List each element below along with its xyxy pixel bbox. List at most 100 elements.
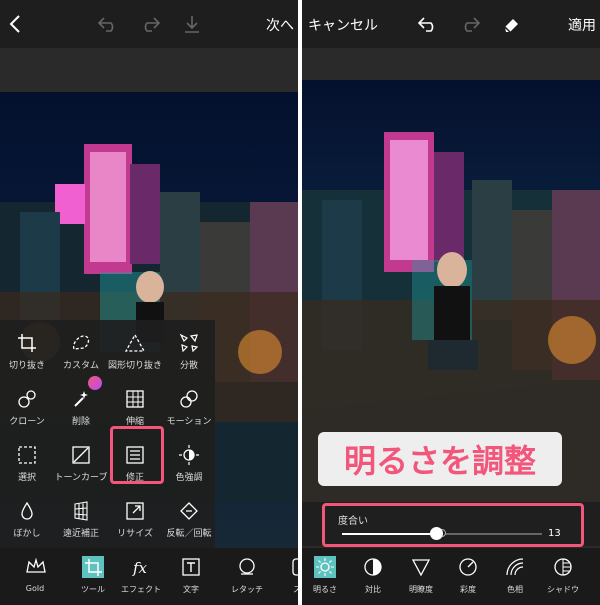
crop-icon	[16, 332, 38, 354]
nav-retouch[interactable]: レタッチ	[224, 554, 270, 602]
tool-clone[interactable]: クローン	[0, 378, 54, 434]
tool-label: モーション	[166, 417, 212, 427]
fx-icon: fx	[130, 556, 152, 578]
tool-label: 削除	[71, 417, 90, 427]
tab-label: 色相	[507, 585, 523, 594]
clone-icon	[16, 388, 38, 410]
nav-label: レタッチ	[231, 585, 263, 594]
tool-label: 図形切り抜き	[108, 361, 163, 371]
tab-label: 対比	[365, 585, 381, 594]
eraser-icon[interactable]	[500, 12, 524, 36]
curves-icon	[70, 444, 92, 466]
redo-icon[interactable]	[458, 12, 482, 36]
tool-label: トーンカーブ	[54, 473, 108, 483]
tool-grid: 切り抜き カスタム 図形切り抜き 分散 クローン 削除 伸縮 モーション 選択 トーンカーブ 修正色…	[0, 320, 215, 548]
tool-enhance[interactable]: 色強調	[162, 434, 216, 490]
nav-tools[interactable]: ツール	[70, 554, 116, 602]
resize-icon	[124, 500, 146, 522]
flip-rotate-icon	[178, 500, 200, 522]
tool-flip-rotate[interactable]: 反転／回転	[162, 490, 216, 546]
svg-text:fx: fx	[132, 559, 148, 577]
main-nav-bar: Gold ツール fx エフェクト 文字 レタッチ ステ	[0, 548, 298, 605]
top-toolbar: 次へ	[0, 0, 298, 48]
contrast-icon	[362, 556, 384, 578]
tab-highlight[interactable]: ハイ	[588, 554, 600, 602]
perspective-icon	[70, 500, 92, 522]
brightness-caption: 明るさを調整	[318, 432, 562, 486]
remove-icon	[70, 388, 92, 410]
tool-label: 分散	[179, 361, 198, 371]
nav-sticker[interactable]: ステ	[278, 554, 298, 602]
top-toolbar-right: キャンセル 適用	[302, 0, 600, 48]
enhance-icon	[178, 444, 200, 466]
highlight-adjust	[110, 426, 164, 484]
tab-shadow[interactable]: シャドウ	[540, 554, 586, 602]
next-button[interactable]: 次へ	[266, 15, 294, 35]
select-icon	[16, 444, 38, 466]
tool-label: カスタム	[62, 361, 99, 371]
tool-select[interactable]: 選択	[0, 434, 54, 490]
tool-blur[interactable]: ぼかし	[0, 490, 54, 546]
shape-crop-icon	[124, 332, 146, 354]
nav-label: エフェクト	[121, 585, 161, 594]
nav-crown[interactable]: Gold	[12, 554, 58, 602]
apply-button[interactable]: 適用	[568, 15, 596, 35]
tool-crop[interactable]: 切り抜き	[0, 322, 54, 378]
tool-shape-crop[interactable]: 図形切り抜き	[108, 322, 162, 378]
nav-label: Gold	[25, 584, 45, 593]
tool-motion[interactable]: モーション	[162, 378, 216, 434]
tool-perspective[interactable]: 遠近補正	[54, 490, 108, 546]
undo-icon[interactable]	[96, 12, 120, 36]
blur-icon	[16, 500, 38, 522]
clarity-icon	[410, 556, 432, 578]
back-icon[interactable]	[4, 12, 28, 36]
text-icon	[180, 556, 202, 578]
tab-clarity[interactable]: 明瞭度	[398, 554, 444, 602]
tool-label: 切り抜き	[8, 361, 45, 371]
tab-contrast[interactable]: 対比	[350, 554, 396, 602]
motion-icon	[178, 388, 200, 410]
tool-label: 色強調	[175, 473, 203, 483]
tool-label: クローン	[9, 417, 45, 427]
tool-label: 遠近補正	[62, 529, 99, 539]
saturation-icon	[457, 556, 479, 578]
retouch-icon	[236, 556, 258, 578]
undo-icon[interactable]	[416, 12, 440, 36]
tab-label: 彩度	[460, 585, 476, 594]
adjust-nav-bar: 明るさ 対比 明瞭度 彩度 色相 シャドウハイ	[302, 548, 600, 605]
nav-fx[interactable]: fx エフェクト	[118, 554, 164, 602]
left-editor-panel: 次へ 切り抜き カスタム 図形切り抜き 分散 クローン 削除 伸縮 モーション …	[0, 0, 298, 605]
tool-custom-crop[interactable]: カスタム	[54, 322, 108, 378]
nav-label: ツール	[81, 585, 105, 594]
download-icon[interactable]	[180, 12, 204, 36]
tool-label: 選択	[17, 473, 36, 483]
custom-crop-icon	[70, 332, 92, 354]
tab-brightness[interactable]: 明るさ	[302, 554, 348, 602]
tool-label: リサイズ	[117, 529, 153, 539]
tab-hue[interactable]: 色相	[492, 554, 538, 602]
tool-disperse[interactable]: 分散	[162, 322, 216, 378]
tool-label: ぼかし	[13, 529, 41, 539]
tool-curves[interactable]: トーンカーブ	[54, 434, 108, 490]
hue-icon	[504, 556, 526, 578]
cancel-button[interactable]: キャンセル	[308, 15, 378, 35]
canvas-margin	[0, 48, 298, 92]
shadow-icon	[552, 556, 574, 578]
redo-icon[interactable]	[138, 12, 162, 36]
tab-label: シャドウ	[547, 585, 579, 594]
sticker-icon	[290, 556, 298, 578]
premium-badge-icon	[88, 376, 102, 390]
disperse-icon	[178, 332, 200, 354]
tools-icon	[82, 556, 104, 578]
tool-label: 反転／回転	[166, 529, 212, 539]
tab-label: 明瞭度	[409, 585, 433, 594]
tool-resize[interactable]: リサイズ	[108, 490, 162, 546]
canvas-margin	[302, 48, 600, 80]
nav-text[interactable]: 文字	[168, 554, 214, 602]
brightness-icon	[314, 556, 336, 578]
crown-icon	[24, 556, 46, 578]
tab-label: 明るさ	[313, 585, 337, 594]
highlight-slider	[322, 503, 584, 547]
right-editor-panel: キャンセル 適用 明るさを調整 度合い 13 明るさ 対比 明瞭度 彩度 色相 …	[302, 0, 600, 605]
tab-saturation[interactable]: 彩度	[445, 554, 491, 602]
